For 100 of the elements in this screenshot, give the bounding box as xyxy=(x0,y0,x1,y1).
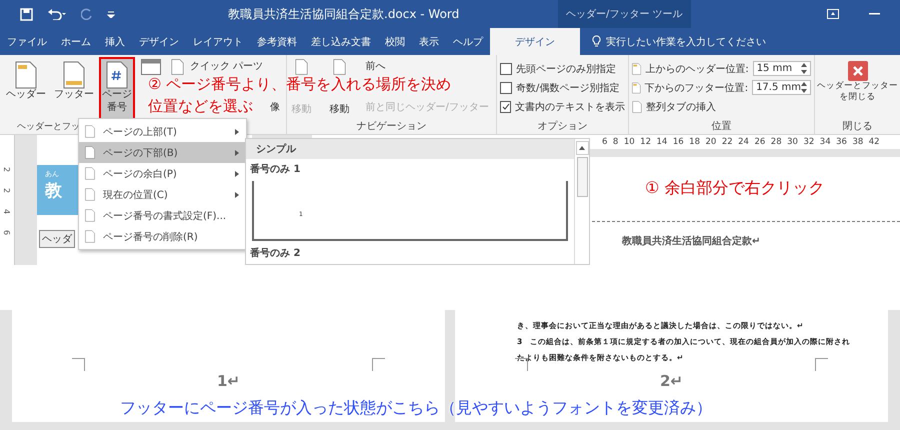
document-icon xyxy=(106,61,128,89)
document-icon xyxy=(15,61,37,89)
spin-up-icon xyxy=(801,62,807,68)
field-label: 上からのヘッダー位置: xyxy=(645,62,749,76)
ribbon-tab[interactable]: 挿入 xyxy=(98,28,132,55)
ruler-number: 10 xyxy=(624,137,635,147)
close-icon xyxy=(848,61,868,81)
ruler-number: 38 xyxy=(852,137,864,147)
ruler-number: 42 xyxy=(868,137,880,147)
ruler-number: 34 xyxy=(820,137,831,147)
ruler-number: 6 xyxy=(602,137,608,147)
lightbulb-icon xyxy=(592,35,601,48)
checkbox[interactable] xyxy=(500,101,511,113)
page-icon xyxy=(85,125,95,138)
ruler-number: 6 xyxy=(2,230,12,236)
ruler-number: 18 xyxy=(689,137,700,147)
header-tag: ヘッダ xyxy=(39,230,75,248)
margin-icon xyxy=(632,62,642,74)
annotation-text: ① 余白部分で右クリック xyxy=(645,178,824,198)
ruler-number: 26 xyxy=(754,137,766,147)
ruler-number: 14 xyxy=(656,137,668,147)
page-icon xyxy=(85,146,95,159)
redo-icon[interactable] xyxy=(81,8,93,20)
minimize-icon[interactable] xyxy=(869,13,880,15)
window-title: 教職員共済生活協同組合定款.docx - Word xyxy=(228,6,460,22)
page-icon xyxy=(85,167,95,180)
ribbon-tab[interactable]: デザイン xyxy=(132,28,186,55)
small-ribbon-button[interactable]: クイック パーツ xyxy=(190,59,280,73)
ruler-number: 30 xyxy=(787,137,798,147)
small-ribbon-button[interactable]: 前へ xyxy=(366,59,489,73)
gallery-item-title: 番号のみ 2 xyxy=(249,246,302,261)
ruler-number: 12 xyxy=(640,137,651,147)
ruler-number: 36 xyxy=(836,137,847,147)
menu-item[interactable]: 現在の位置(C) xyxy=(79,184,246,205)
delete-page-icon xyxy=(85,230,95,243)
scrollbar[interactable] xyxy=(574,139,589,264)
ribbon-button[interactable]: ヘッダー xyxy=(3,57,49,120)
ribbon-tab[interactable]: ファイル xyxy=(0,28,54,55)
ruler-number: 16 xyxy=(672,137,684,147)
gallery-item-title: 番号のみ 1 xyxy=(249,162,302,177)
small-ribbon-button[interactable]: 整列タブの挿入 xyxy=(646,100,716,114)
ribbon-button[interactable]: フッター xyxy=(51,57,97,120)
menu-item[interactable]: ページの上部(T) xyxy=(79,121,246,142)
group-label: 位置 xyxy=(710,120,732,134)
menu-item[interactable]: ページの余白(P) xyxy=(79,163,246,184)
ribbon-button[interactable]: 移動 xyxy=(328,102,352,116)
document-icon xyxy=(333,59,346,75)
ribbon-button[interactable]: ページ 番号 xyxy=(99,57,135,120)
margin-icon xyxy=(632,82,641,94)
small-ribbon-button[interactable]: 像 xyxy=(270,100,280,114)
ribbon-tab[interactable]: デザイン xyxy=(490,28,580,55)
ribbon-display-icon[interactable] xyxy=(827,9,839,19)
ruler-number: 32 xyxy=(803,137,814,147)
ribbon-tab[interactable]: 表示 xyxy=(412,28,446,55)
scroll-thumb[interactable] xyxy=(576,157,588,197)
ribbon-tab[interactable]: ホーム xyxy=(54,28,98,55)
gallery-header: シンプル xyxy=(246,139,574,159)
ribbon-tab[interactable]: 差し込み文書 xyxy=(304,28,378,55)
group-label: 閉じる xyxy=(842,120,874,134)
menu-item[interactable]: ページ番号の削除(R) xyxy=(79,226,246,247)
context-tab-label: ヘッダー/フッター ツール xyxy=(558,0,691,28)
spin-field[interactable]: 17.5 mm xyxy=(752,80,811,95)
annotation-text: 位置などを選ぶ xyxy=(148,96,253,116)
spin-down-icon xyxy=(801,69,807,75)
ruler-number: 24 xyxy=(738,137,749,147)
page-number: 2↵ xyxy=(660,372,683,390)
menu-item[interactable]: ページの下部(B) xyxy=(79,142,246,163)
ribbon-tab[interactable]: 参考資料 xyxy=(250,28,304,55)
ruler-number: 28 xyxy=(770,137,782,147)
menu-item[interactable]: ページ番号の書式設定(F)... xyxy=(79,205,246,226)
field-label: 下からのフッター位置: xyxy=(644,82,748,94)
annotation-text: ② ページ番号より、番号を入れる場所を決め xyxy=(148,74,452,94)
document-icon xyxy=(171,59,184,75)
caption-text: フッターにページ番号が入った状態がこちら（見やすいようフォントを変更済み） xyxy=(120,398,712,419)
ruler-number: 2 xyxy=(2,188,12,194)
checkbox[interactable] xyxy=(500,82,512,94)
group-label: ナビゲーション xyxy=(355,120,428,134)
tab-insert-icon xyxy=(632,100,642,112)
checkbox[interactable] xyxy=(500,63,512,75)
page-icon xyxy=(85,209,95,222)
spin-up-icon xyxy=(801,81,807,87)
checkbox-label: 奇数/偶数ページ別指定 xyxy=(516,82,620,95)
customize-icon[interactable] xyxy=(107,10,115,18)
ribbon-tab[interactable]: レイアウト xyxy=(186,28,250,55)
document-icon xyxy=(295,59,308,75)
tell-me-field[interactable]: 実行したい作業を入力してください xyxy=(606,34,766,48)
ruler-number: 4 xyxy=(2,208,12,214)
ribbon-tab[interactable]: ヘルプ xyxy=(446,28,490,55)
undo-icon[interactable] xyxy=(47,8,67,20)
checkbox-label: 先頭ページのみ別指定 xyxy=(516,62,616,76)
ruler-number: 8 xyxy=(612,137,618,147)
checkbox-label: 文書内のテキストを表示 xyxy=(515,100,625,114)
header-text: 教職員共済生活協同組合定款↵ xyxy=(622,234,760,248)
ruler-number: 2 xyxy=(2,166,12,172)
save-icon[interactable] xyxy=(20,8,33,20)
spin-field[interactable]: 15 mm xyxy=(752,61,811,76)
group-label: オプション xyxy=(536,120,588,134)
ribbon-tab[interactable]: 校閲 xyxy=(378,28,412,55)
spin-down-icon xyxy=(801,88,807,94)
close-header-footer-button[interactable]: ヘッダーとフッター を閉じる xyxy=(815,57,900,120)
